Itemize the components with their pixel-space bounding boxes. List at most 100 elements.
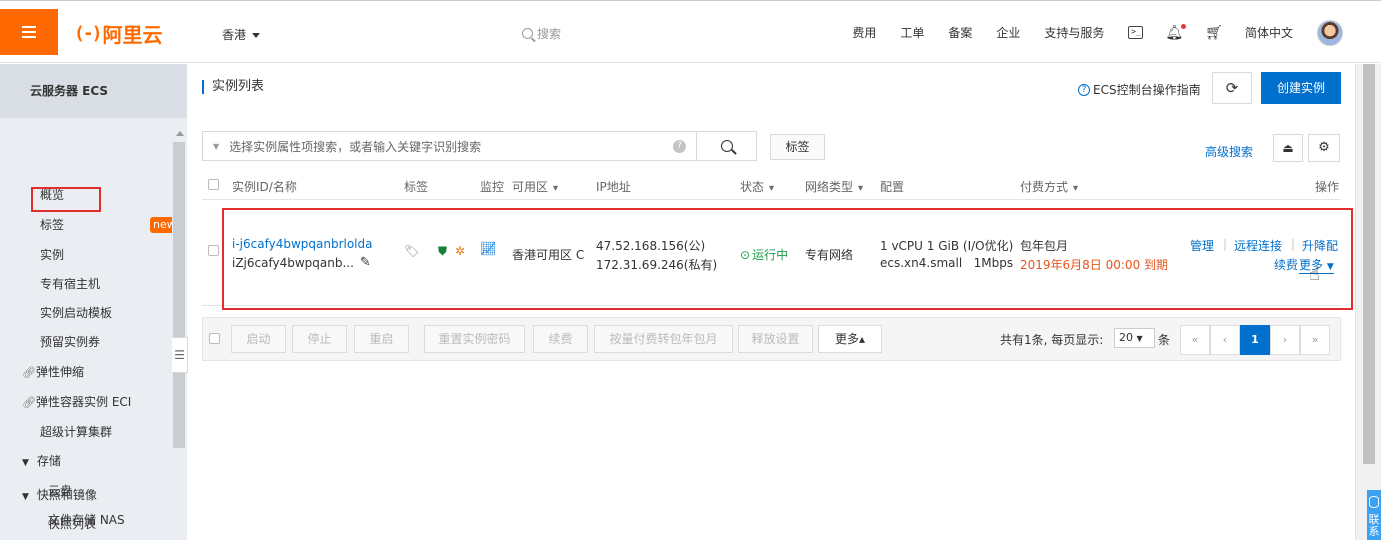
first-page-button[interactable]: « <box>1180 325 1210 355</box>
cart-button[interactable]: 🛒︎ <box>1205 25 1223 41</box>
filter-dropdown-icon[interactable]: ▼ <box>213 142 219 151</box>
database-icon <box>1369 496 1379 508</box>
sidebar-item-dedicated-hosts[interactable]: 专有宿主机 <box>0 269 172 299</box>
aliyun-logo-mark: (-) <box>74 22 102 44</box>
contact-label: 联系 <box>1368 513 1380 538</box>
export-icon: ⏏ <box>1282 141 1294 155</box>
column-header-network[interactable]: 网络类型 <box>805 178 863 195</box>
network-type: 专有网络 <box>805 248 854 262</box>
region-selector[interactable]: 香港 <box>222 26 260 43</box>
sidebar-title: 云服务器 ECS <box>0 64 187 118</box>
tag-filter-button[interactable]: 标签 <box>770 134 825 160</box>
page-scroll-thumb[interactable] <box>1363 64 1375 464</box>
nav-support[interactable]: 支持与服务 <box>1044 24 1104 41</box>
last-page-button[interactable]: » <box>1300 325 1330 355</box>
cloud-monitor-icon[interactable]: ✲ <box>455 244 465 258</box>
row-checkbox[interactable] <box>208 245 219 259</box>
notifications-button[interactable]: 🔔︎ <box>1165 23 1187 41</box>
chevron-down-icon: ▼ <box>1326 262 1334 272</box>
status-badge: ⊙ 运行中 <box>740 246 788 263</box>
settings-button[interactable]: ⚙ <box>1308 134 1340 162</box>
monitor-chart-icon[interactable]: 📈︎ <box>480 242 497 257</box>
sidebar-group-snapshots[interactable]: 快照和镜像 <box>0 480 172 510</box>
aliyun-logo[interactable]: (-) 阿里云 <box>74 19 163 47</box>
sidebar-scrollbar[interactable] <box>172 128 187 540</box>
scroll-up-arrow-icon[interactable] <box>176 131 184 136</box>
search-button[interactable] <box>696 131 757 161</box>
current-page-button[interactable]: 1 <box>1240 325 1270 355</box>
status-text: 运行中 <box>752 248 789 262</box>
start-button[interactable]: 启动 <box>231 325 286 353</box>
top-nav-links: 费用 工单 备案 企业 支持与服务 >_ 🔔︎ 🛒︎ 简体中文 <box>852 1 1381 64</box>
edit-name-icon[interactable]: ✎ <box>360 255 371 270</box>
console-guide-link[interactable]: ? ECS控制台操作指南 <box>1078 81 1201 98</box>
sidebar-item-auto-scaling[interactable]: 🔗︎弹性伸缩 <box>0 357 172 387</box>
release-settings-button[interactable]: 释放设置 <box>738 325 813 353</box>
nav-icp[interactable]: 备案 <box>948 24 972 41</box>
advanced-search-link[interactable]: 高级搜索 <box>1205 143 1253 160</box>
upgrade-link[interactable]: 升降配 <box>1302 237 1338 254</box>
table-header: 实例ID/名称 标签 监控 可用区 IP地址 状态 网络类型 配置 付费方式 操… <box>202 172 1341 200</box>
hand-cursor-icon: ☝ <box>1309 264 1320 285</box>
sidebar-scroll-thumb[interactable] <box>173 142 185 448</box>
sidebar-item-reserved-instances[interactable]: 预留实例券 <box>0 327 172 357</box>
convert-billing-button[interactable]: 按量付费转包年包月 <box>594 325 733 353</box>
contact-float-button[interactable]: 联系 <box>1367 490 1381 540</box>
instance-id-link[interactable]: i-j6cafy4bwpqanbrlolda <box>232 237 373 251</box>
checkbox-box <box>209 333 220 344</box>
sidebar-item-launch-templates[interactable]: 实例启动模板 <box>0 298 172 328</box>
nav-enterprise[interactable]: 企业 <box>996 24 1020 41</box>
console-guide-label: ECS控制台操作指南 <box>1093 83 1201 97</box>
column-header-status[interactable]: 状态 <box>740 178 774 195</box>
nav-billing[interactable]: 费用 <box>852 24 876 41</box>
global-search[interactable]: 搜索 <box>522 25 561 42</box>
select-all-checkbox[interactable] <box>208 179 219 193</box>
sidebar-group-storage[interactable]: 存储 <box>0 446 172 476</box>
next-page-button[interactable]: › <box>1270 325 1300 355</box>
bulk-select-checkbox[interactable] <box>209 333 220 347</box>
search-icon <box>522 28 533 39</box>
page-scrollbar[interactable] <box>1355 64 1381 540</box>
language-switch[interactable]: 简体中文 <box>1245 24 1293 41</box>
sidebar-collapse-toggle[interactable]: ☰ <box>172 337 188 373</box>
sidebar-item-tags[interactable]: 标签 <box>0 210 172 240</box>
export-button[interactable]: ⏏ <box>1273 134 1303 162</box>
filter-help-icon[interactable]: ? <box>673 140 686 153</box>
refresh-button[interactable]: ⟳ <box>1212 72 1252 104</box>
column-header-zone[interactable]: 可用区 <box>512 178 558 195</box>
tag-icon[interactable]: 🏷︎ <box>404 244 419 258</box>
cloud-shell-button[interactable]: >_ <box>1128 26 1144 39</box>
user-avatar[interactable] <box>1317 19 1343 46</box>
gear-icon: ⚙ <box>1318 140 1330 155</box>
stop-button[interactable]: 停止 <box>292 325 347 353</box>
filter-placeholder: 选择实例属性项搜索，或者输入关键字识别搜索 <box>229 139 482 154</box>
column-header-monitor: 监控 <box>480 180 505 194</box>
sidebar-selection-highlight <box>31 187 101 212</box>
aliyun-logo-text: 阿里云 <box>102 22 163 47</box>
billing-type: 包年包月 <box>1020 239 1069 253</box>
restart-button[interactable]: 重启 <box>354 325 409 353</box>
sidebar-item-eci-label: 弹性容器实例 ECI <box>36 395 132 409</box>
manage-link[interactable]: 管理 <box>1190 237 1214 254</box>
more-bulk-actions-button[interactable]: 更多▴ <box>818 325 882 353</box>
reset-password-button[interactable]: 重置实例密码 <box>424 325 525 353</box>
zone-value: 香港可用区 C <box>512 248 585 262</box>
page-size-select[interactable]: 20 ▼ <box>1114 328 1155 348</box>
private-ip: 172.31.69.246(私有) <box>596 258 718 272</box>
instance-filter-input[interactable]: ▼ 选择实例属性项搜索，或者输入关键字识别搜索 ? <box>202 131 697 161</box>
sidebar-item-super-computing[interactable]: 超级计算集群 <box>0 417 172 447</box>
shield-icon[interactable]: ⛊ <box>438 244 447 259</box>
sidebar-item-snapshot-list[interactable]: 快照列表 <box>0 509 172 539</box>
collapse-icon: ☰ <box>174 348 185 362</box>
column-header-billing[interactable]: 付费方式 <box>1020 178 1078 195</box>
separator: | <box>1223 237 1228 251</box>
sidebar-item-instances[interactable]: 实例 <box>0 240 172 270</box>
sidebar-item-eci[interactable]: 🔗︎弹性容器实例 ECI <box>0 387 172 417</box>
renew-button[interactable]: 续费 <box>533 325 588 353</box>
remote-connect-link[interactable]: 远程连接 <box>1234 237 1282 254</box>
create-instance-button[interactable]: 创建实例 <box>1261 72 1341 104</box>
nav-tickets[interactable]: 工单 <box>900 24 924 41</box>
menu-toggle-button[interactable] <box>0 9 58 55</box>
running-icon: ⊙ <box>740 247 751 262</box>
prev-page-button[interactable]: ‹ <box>1210 325 1240 355</box>
